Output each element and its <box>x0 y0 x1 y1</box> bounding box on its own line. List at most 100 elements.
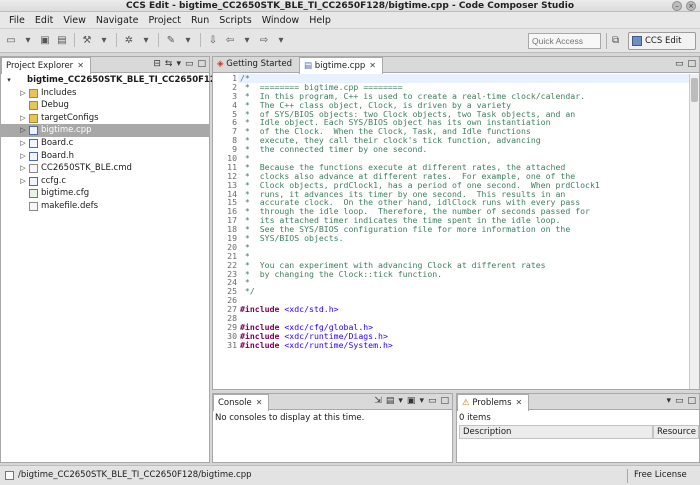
tab-project-explorer[interactable]: Project Explorer ✕ <box>1 57 91 74</box>
chevron-right-icon[interactable]: ▷ <box>19 124 27 137</box>
save-icon[interactable]: ▣ <box>38 33 52 47</box>
open-perspective-icon[interactable]: ⧉ <box>612 35 626 47</box>
cfile-icon <box>29 151 38 161</box>
comment-token: */ <box>240 286 255 297</box>
tree-item-label: makefile.defs <box>41 200 99 211</box>
tree-item-label: bigtime_CC2650STK_BLE_TI_CC2650F128 <box>27 75 222 85</box>
cfg-icon <box>29 189 38 199</box>
toolbar-separator <box>158 33 159 47</box>
pin-console-icon[interactable]: ⇲ <box>374 396 382 406</box>
maximize-icon[interactable]: □ <box>197 59 206 69</box>
maximize-icon[interactable]: □ <box>687 396 696 406</box>
tree-item[interactable]: ▷ targetConfigs <box>1 112 209 125</box>
tab-label: Getting Started <box>226 59 292 69</box>
tab-getting-started[interactable]: ◈ Getting Started <box>213 57 298 73</box>
quick-access-input[interactable] <box>528 33 601 49</box>
close-button[interactable]: × <box>686 1 696 11</box>
chevron-right-icon[interactable]: ▷ <box>19 87 27 100</box>
dropdown-chevron-icon[interactable]: ▾ <box>274 33 288 47</box>
tree-item[interactable]: ▷ CC2650STK_BLE.cmd <box>1 162 209 175</box>
flash-icon[interactable]: ✎ <box>164 33 178 47</box>
menu-file[interactable]: File <box>4 12 30 29</box>
console-message: No consoles to display at this time. <box>215 413 365 423</box>
tree-item[interactable]: ▷ ccfg.c <box>1 175 209 188</box>
build-hammer-icon[interactable]: ⚒ <box>80 33 94 47</box>
file-icon <box>29 164 38 174</box>
view-menu-icon[interactable]: ▾ <box>176 59 181 69</box>
tree-item[interactable]: Debug <box>1 99 209 112</box>
menu-window[interactable]: Window <box>257 12 304 29</box>
tree-item[interactable]: bigtime.cfg <box>1 187 209 200</box>
view-menu-icon[interactable]: ▾ <box>666 396 671 406</box>
next-annotation-icon[interactable]: ⇩ <box>206 33 220 47</box>
menu-project[interactable]: Project <box>143 12 186 29</box>
tab-label: Project Explorer <box>6 61 74 71</box>
debug-bug-icon[interactable]: ✲ <box>122 33 136 47</box>
code-text: #include <xdc/std.h> <box>240 305 339 314</box>
new-icon[interactable]: ▭ <box>4 33 18 47</box>
dropdown-chevron-icon[interactable]: ▾ <box>21 33 35 47</box>
chevron-right-icon[interactable]: ▷ <box>19 112 27 125</box>
column-header-resource[interactable]: Resource <box>653 425 699 439</box>
tree-item[interactable]: ▾ bigtime_CC2650STK_BLE_TI_CC2650F128 <box>1 74 221 87</box>
code-line: 25 */ <box>213 287 689 296</box>
tab-bigtime-cpp[interactable]: ▤ bigtime.cpp ✕ <box>299 57 383 74</box>
scrollbar-thumb[interactable] <box>691 78 698 102</box>
maximize-icon[interactable]: □ <box>440 396 449 406</box>
menu-help[interactable]: Help <box>304 12 336 29</box>
dropdown-chevron-icon[interactable]: ▾ <box>181 33 195 47</box>
close-icon[interactable]: ✕ <box>256 398 263 407</box>
chevron-right-icon[interactable]: ▷ <box>19 137 27 150</box>
back-arrow-icon[interactable]: ⇦ <box>223 33 237 47</box>
tree-item[interactable]: ▷ Includes <box>1 87 209 100</box>
code-line: 23 * by changing the Clock::tick functio… <box>213 269 689 279</box>
menu-navigate[interactable]: Navigate <box>91 12 144 29</box>
minimize-icon[interactable]: ▭ <box>675 59 684 69</box>
collapse-all-icon[interactable]: ⊟ <box>153 59 161 69</box>
problems-tabbar: ⚠ Problems ✕ ▾ ▭ □ <box>457 394 699 411</box>
chevron-down-icon[interactable]: ▾ <box>5 74 13 87</box>
maximize-icon[interactable]: □ <box>687 59 696 69</box>
tree-item-label: Debug <box>41 100 69 111</box>
minimize-icon[interactable]: ▭ <box>185 59 194 69</box>
editor-vertical-scrollbar[interactable] <box>689 74 699 389</box>
menu-edit[interactable]: Edit <box>30 12 58 29</box>
display-console-icon[interactable]: ▤ <box>386 396 395 406</box>
dropdown-chevron-icon[interactable]: ▾ <box>97 33 111 47</box>
dropdown-chevron-icon[interactable]: ▾ <box>398 396 403 406</box>
tree-item-label: bigtime.cpp <box>41 125 92 136</box>
tree-item[interactable]: ▷ bigtime.cpp <box>1 124 209 137</box>
menu-scripts[interactable]: Scripts <box>214 12 257 29</box>
close-icon[interactable]: ✕ <box>369 61 376 70</box>
menu-view[interactable]: View <box>58 12 91 29</box>
perspective-ccs-edit-button[interactable]: CCS Edit <box>628 32 696 50</box>
toolbar-separator <box>116 33 117 47</box>
dropdown-chevron-icon[interactable]: ▾ <box>139 33 153 47</box>
toolbar-separator <box>200 33 201 47</box>
minimize-icon[interactable]: ▭ <box>675 396 684 406</box>
tree-item[interactable]: ▷ Board.h <box>1 150 209 163</box>
window-controls: – × <box>672 1 696 11</box>
tree-item-label: Board.h <box>41 150 75 161</box>
forward-arrow-icon[interactable]: ⇨ <box>257 33 271 47</box>
dropdown-chevron-icon[interactable]: ▾ <box>240 33 254 47</box>
tab-problems[interactable]: ⚠ Problems ✕ <box>457 394 530 411</box>
minimize-icon[interactable]: ▭ <box>428 396 437 406</box>
column-header-description[interactable]: Description <box>459 425 653 439</box>
save-all-icon[interactable]: ▤ <box>55 33 69 47</box>
close-icon[interactable]: ✕ <box>77 61 84 70</box>
tree-item[interactable]: ▷ Board.c <box>1 137 209 150</box>
tab-console[interactable]: Console ✕ <box>213 394 270 411</box>
dropdown-chevron-icon[interactable]: ▾ <box>419 396 424 406</box>
close-icon[interactable]: ✕ <box>516 398 523 407</box>
chevron-right-icon[interactable]: ▷ <box>19 150 27 163</box>
link-editor-icon[interactable]: ⇆ <box>165 59 173 69</box>
chevron-right-icon[interactable]: ▷ <box>19 162 27 175</box>
cfile-icon <box>29 176 38 186</box>
chevron-right-icon[interactable]: ▷ <box>19 175 27 188</box>
tree-item[interactable]: makefile.defs <box>1 200 209 213</box>
code-editor[interactable]: 1/* 2 * ======== bigtime.cpp ======== 3 * … <box>213 74 689 389</box>
minimize-button[interactable]: – <box>672 1 682 11</box>
open-console-icon[interactable]: ▣ <box>407 396 416 406</box>
menu-run[interactable]: Run <box>186 12 214 29</box>
